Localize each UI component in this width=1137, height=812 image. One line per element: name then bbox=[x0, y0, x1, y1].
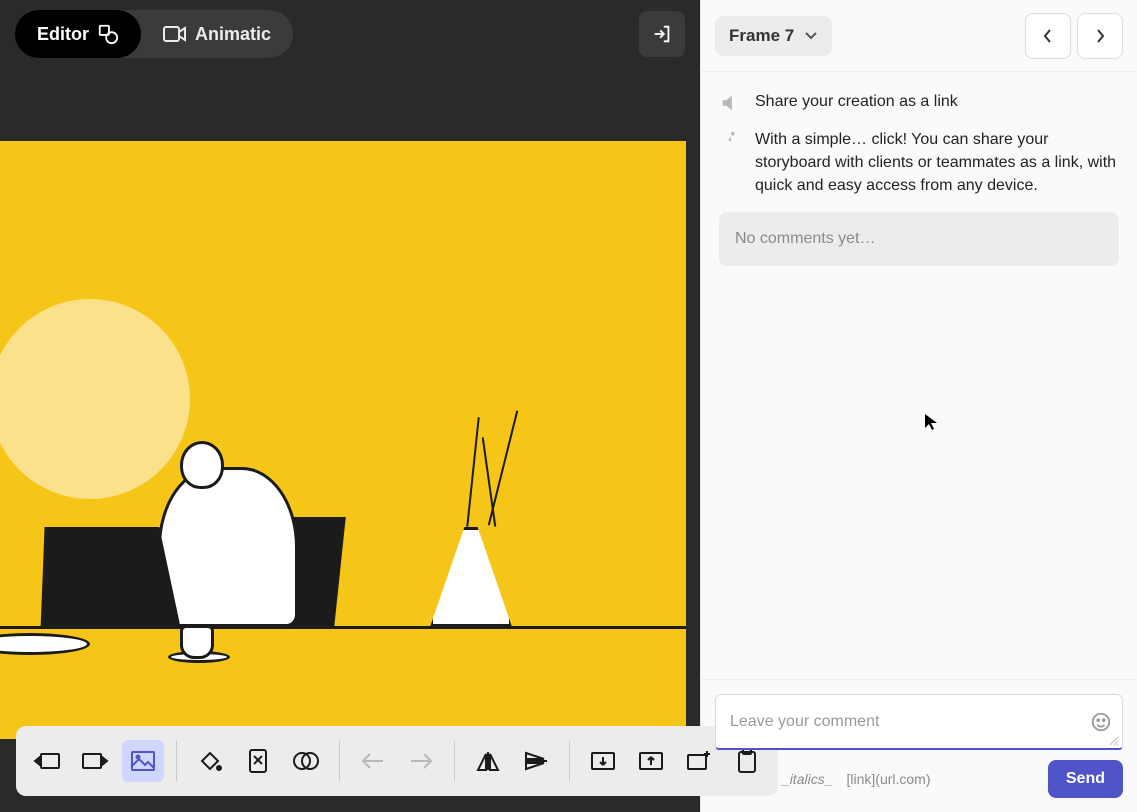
hint-italics: _italics_ bbox=[782, 771, 833, 787]
exit-button[interactable] bbox=[639, 11, 685, 57]
chevron-down-icon bbox=[804, 31, 818, 41]
next-frame-button[interactable] bbox=[1077, 13, 1123, 59]
insert-frame-left-button[interactable] bbox=[26, 740, 68, 782]
image-up-button[interactable] bbox=[630, 740, 672, 782]
info-desc: With a simple… click! You can share your… bbox=[755, 128, 1119, 198]
send-button[interactable]: Send bbox=[1048, 760, 1123, 798]
info-title-row: Share your creation as a link bbox=[719, 90, 1119, 114]
info-desc-row: With a simple… click! You can share your… bbox=[719, 128, 1119, 198]
mode-toggle: Editor Animatic bbox=[15, 10, 293, 58]
frame-nav bbox=[1025, 13, 1123, 59]
animatic-tab-label: Animatic bbox=[195, 24, 271, 45]
canvas-area bbox=[0, 68, 700, 812]
image-tool-button[interactable] bbox=[122, 740, 164, 782]
clear-tool-button[interactable] bbox=[237, 740, 279, 782]
editor-topbar: Editor Animatic bbox=[0, 0, 700, 68]
prev-frame-button[interactable] bbox=[1025, 13, 1071, 59]
running-icon bbox=[719, 130, 741, 152]
exit-icon bbox=[651, 23, 673, 45]
camera-icon bbox=[163, 24, 187, 44]
comments-spacer bbox=[719, 280, 1119, 669]
image-add-button[interactable] bbox=[678, 740, 720, 782]
emoji-button[interactable] bbox=[1090, 711, 1112, 733]
fill-tool-button[interactable] bbox=[189, 740, 231, 782]
frame-label: Frame 7 bbox=[729, 26, 794, 46]
illustration-head bbox=[180, 441, 224, 489]
toolbar-divider bbox=[176, 741, 177, 781]
emoji-icon bbox=[1090, 711, 1112, 733]
toolbar-divider bbox=[569, 741, 570, 781]
hint-link: [link](url.com) bbox=[847, 771, 931, 787]
image-down-button[interactable] bbox=[582, 740, 624, 782]
right-header: Frame 7 bbox=[701, 0, 1137, 72]
toolbar-divider bbox=[454, 741, 455, 781]
resize-grip-icon[interactable] bbox=[1109, 736, 1119, 746]
insert-frame-right-button[interactable] bbox=[74, 740, 116, 782]
flip-horizontal-button[interactable] bbox=[467, 740, 509, 782]
editor-tab-label: Editor bbox=[37, 24, 89, 45]
illustration-plate bbox=[0, 633, 90, 655]
undo-button[interactable] bbox=[352, 740, 394, 782]
speaker-icon bbox=[719, 92, 741, 114]
comment-input[interactable] bbox=[730, 713, 1078, 731]
chevron-right-icon bbox=[1095, 28, 1105, 44]
illustration-body bbox=[158, 467, 298, 627]
frame-selector[interactable]: Frame 7 bbox=[715, 16, 832, 56]
flip-vertical-button[interactable] bbox=[515, 740, 557, 782]
right-body: Share your creation as a link With a sim… bbox=[701, 72, 1137, 679]
comments-empty: No comments yet… bbox=[719, 212, 1119, 266]
illustration-laptop bbox=[19, 527, 180, 627]
comment-input-box bbox=[715, 694, 1123, 750]
editor-tab[interactable]: Editor bbox=[15, 10, 141, 58]
bottom-toolbar bbox=[16, 726, 778, 796]
cursor-icon bbox=[924, 413, 938, 431]
shapes-icon bbox=[97, 23, 119, 45]
illustration-cup bbox=[180, 625, 214, 659]
animatic-tab[interactable]: Animatic bbox=[141, 10, 293, 58]
chevron-left-icon bbox=[1043, 28, 1053, 44]
info-title: Share your creation as a link bbox=[755, 90, 958, 113]
illustration-vase bbox=[430, 527, 512, 627]
illustration-moon bbox=[0, 299, 190, 499]
illustration-stems bbox=[462, 407, 532, 527]
frame-canvas[interactable] bbox=[0, 141, 686, 739]
illustration-table bbox=[0, 626, 686, 629]
toolbar-divider bbox=[339, 741, 340, 781]
redo-button[interactable] bbox=[400, 740, 442, 782]
blend-tool-button[interactable] bbox=[285, 740, 327, 782]
